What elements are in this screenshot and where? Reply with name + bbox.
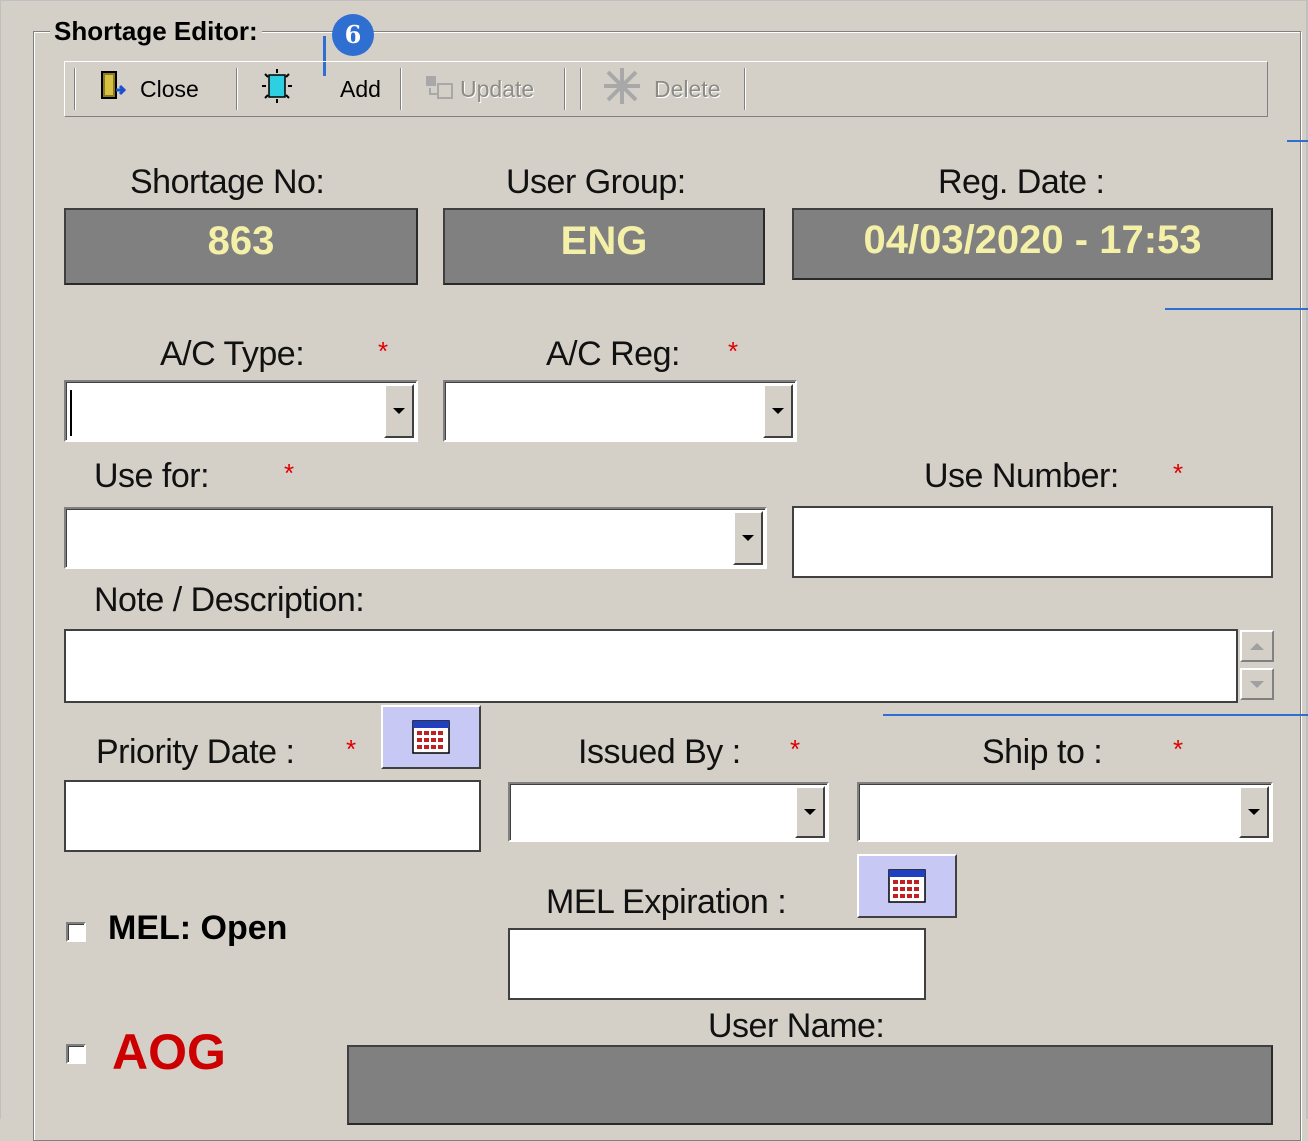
group-title: Shortage Editor: <box>50 14 262 48</box>
delete-button[interactable]: Delete <box>600 66 720 112</box>
note-description-label: Note / Description: <box>94 581 365 619</box>
mel-expiration-input[interactable] <box>508 928 926 1000</box>
update-button[interactable]: Update <box>422 66 534 112</box>
required-marker: * <box>790 734 801 764</box>
new-document-icon <box>258 68 298 110</box>
arrow-down-icon <box>1250 680 1264 688</box>
user-group-label: User Group: <box>506 163 686 201</box>
update-icon <box>422 68 458 110</box>
reg-date-label: Reg. Date : <box>938 163 1105 201</box>
mel-open-label: MEL: Open <box>108 909 288 947</box>
callout-line <box>1287 140 1308 142</box>
toolbar-separator <box>744 68 746 110</box>
required-marker: * <box>284 458 295 488</box>
window-top-edge <box>0 0 1308 1</box>
priority-date-input[interactable] <box>64 780 481 852</box>
scroll-up-button[interactable] <box>1240 630 1274 662</box>
close-button[interactable]: Close <box>94 66 199 112</box>
door-exit-icon <box>94 68 130 110</box>
ac-reg-label: A/C Reg: <box>546 335 680 373</box>
dropdown-arrow-icon[interactable] <box>384 384 414 438</box>
aog-label: AOG <box>112 1024 226 1080</box>
priority-date-calendar-button[interactable] <box>381 705 481 769</box>
use-for-label: Use for: <box>94 457 210 495</box>
toolbar-separator <box>236 68 238 110</box>
update-label: Update <box>460 75 535 102</box>
ship-to-label: Ship to : <box>982 733 1103 771</box>
required-marker: * <box>346 734 357 764</box>
toolbar-separator <box>400 68 402 110</box>
ac-reg-select[interactable] <box>443 380 797 442</box>
ac-type-label: A/C Type: <box>160 335 305 373</box>
mel-expiration-calendar-button[interactable] <box>857 854 957 918</box>
dropdown-arrow-icon[interactable] <box>795 786 825 838</box>
scroll-down-button[interactable] <box>1240 668 1274 700</box>
dropdown-arrow-icon[interactable] <box>763 384 793 438</box>
use-number-label: Use Number: <box>924 457 1119 495</box>
required-marker: * <box>1173 458 1184 488</box>
dropdown-arrow-icon[interactable] <box>1239 786 1269 838</box>
ac-type-select[interactable] <box>64 380 418 442</box>
add-label: Add <box>340 75 381 102</box>
callout-line <box>883 714 1308 716</box>
callout-badge: 6 <box>332 14 374 56</box>
callout-line <box>1165 308 1308 310</box>
toolbar-separator <box>564 68 566 110</box>
delete-label: Delete <box>654 75 721 102</box>
reg-date-display: 04/03/2020 - 17:53 <box>792 208 1273 280</box>
aog-checkbox[interactable] <box>66 1044 86 1064</box>
shortage-no-label: Shortage No: <box>130 163 325 201</box>
note-description-textarea[interactable] <box>64 629 1238 703</box>
dropdown-arrow-icon[interactable] <box>733 511 763 565</box>
issued-by-select[interactable] <box>508 782 829 842</box>
delete-icon <box>600 66 644 112</box>
add-button[interactable]: Add <box>258 66 381 112</box>
user-group-display: ENG <box>443 208 765 285</box>
mel-expiration-label: MEL Expiration : <box>546 883 787 921</box>
use-number-input[interactable] <box>792 506 1273 578</box>
toolbar-separator <box>580 68 582 110</box>
required-marker: * <box>728 336 739 366</box>
text-caret <box>70 390 72 436</box>
required-marker: * <box>378 336 389 366</box>
toolbar-separator <box>74 68 76 110</box>
user-name-display <box>347 1045 1273 1125</box>
window-left-edge <box>0 0 1 1119</box>
shortage-no-display: 863 <box>64 208 418 285</box>
user-name-label: User Name: <box>708 1007 885 1045</box>
calendar-icon <box>412 720 450 754</box>
close-label: Close <box>140 75 199 102</box>
arrow-up-icon <box>1250 642 1264 650</box>
use-for-select[interactable] <box>64 507 767 569</box>
issued-by-label: Issued By : <box>578 733 741 771</box>
ship-to-select[interactable] <box>857 782 1273 842</box>
mel-open-checkbox[interactable] <box>66 922 86 942</box>
required-marker: * <box>1173 734 1184 764</box>
calendar-icon <box>888 869 926 903</box>
priority-date-label: Priority Date : <box>96 733 295 771</box>
